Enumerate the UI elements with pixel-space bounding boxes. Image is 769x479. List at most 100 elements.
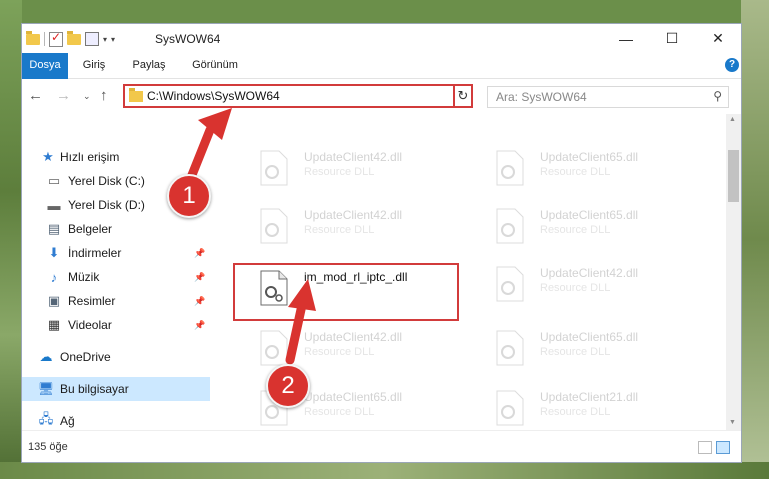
sidebar-item-pictures[interactable]: ▣ Resimler 📌	[22, 289, 210, 313]
file-name: UpdateClient42.dll	[540, 266, 639, 280]
sidebar-item-documents[interactable]: ▤ Belgeler	[22, 217, 210, 241]
cloud-icon: ☁	[39, 349, 53, 364]
pin-icon[interactable]: 📌	[194, 248, 205, 259]
details-view-icon[interactable]	[698, 441, 712, 454]
file-item[interactable]: UpdateClient21.dll Resource DLL	[496, 386, 726, 430]
refresh-button[interactable]: ↻	[453, 84, 473, 108]
address-folder-icon	[129, 88, 143, 102]
file-type: Resource DLL	[540, 406, 611, 418]
help-icon[interactable]: ?	[725, 58, 739, 72]
minimize-button[interactable]: —	[603, 24, 649, 53]
search-icon[interactable]: ⚲	[713, 89, 722, 103]
sidebar-item-label: İndirmeler	[68, 246, 122, 260]
title-bar: ▾ ▾ SysWOW64 — ☐ ✕	[22, 24, 741, 53]
scrollbar-thumb[interactable]	[728, 150, 739, 202]
desktop-background-right	[741, 0, 769, 479]
tab-share[interactable]: Paylaş	[125, 53, 173, 78]
file-item[interactable]: UpdateClient65.dll Resource DLL	[496, 204, 726, 250]
file-item[interactable]: UpdateClient42.dll Resource DLL	[260, 146, 490, 192]
toolbar-dropdown-icon[interactable]: ▾	[103, 35, 107, 44]
large-icons-view-icon[interactable]	[716, 441, 730, 454]
file-type: Resource DLL	[540, 282, 611, 294]
network-icon: 🖧	[38, 411, 54, 426]
properties-icon[interactable]	[85, 32, 99, 46]
search-box[interactable]: Ara: SysWOW64 ⚲	[487, 86, 729, 108]
dll-file-icon	[260, 150, 288, 186]
video-icon: ▦	[47, 317, 61, 332]
folder-icon[interactable]	[26, 30, 40, 45]
file-name: UpdateClient42.dll	[304, 208, 403, 222]
quick-access-toolbar: ▾ ▾	[26, 30, 115, 47]
file-item[interactable]: UpdateClient65.dll Resource DLL	[496, 326, 726, 372]
close-button[interactable]: ✕	[695, 24, 741, 53]
file-item[interactable]: UpdateClient65.dll Resource DLL	[496, 146, 726, 192]
vertical-scrollbar[interactable]: ▲ ▼	[726, 114, 741, 430]
sidebar-item-label: Ağ	[60, 414, 75, 428]
navigation-bar: ← → ⌄ ↑ C:\Windows\SysWOW64 ⌄ ↻ Ara: Sys…	[22, 79, 741, 114]
tab-home[interactable]: Giriş	[74, 53, 114, 78]
sidebar-item-downloads[interactable]: ⬇ İndirmeler 📌	[22, 241, 210, 265]
file-type: Resource DLL	[540, 224, 611, 236]
file-name: UpdateClient21.dll	[540, 390, 639, 404]
sidebar-item-label: Bu bilgisayar	[60, 382, 129, 396]
file-type: Resource DLL	[540, 166, 611, 178]
forward-arrow-icon[interactable]: →	[56, 87, 71, 104]
download-icon: ⬇	[48, 245, 60, 260]
pin-icon[interactable]: 📌	[194, 320, 205, 331]
properties-check-icon[interactable]	[49, 30, 63, 47]
file-type: Resource DLL	[304, 406, 375, 418]
close-icon: ✕	[712, 30, 724, 46]
sidebar-item-label: Yerel Disk (C:)	[68, 174, 145, 188]
sidebar-item-label: Yerel Disk (D:)	[68, 198, 145, 212]
drive-icon: ▭	[47, 173, 61, 188]
sidebar-item-label: Videolar	[68, 318, 112, 332]
desktop-background-bottom	[0, 462, 769, 479]
back-arrow-icon[interactable]: ←	[28, 87, 43, 104]
new-folder-icon[interactable]	[67, 30, 81, 45]
file-name: UpdateClient42.dll	[304, 150, 403, 164]
recent-locations-chevron-icon[interactable]: ⌄	[83, 91, 91, 102]
sidebar-item-videos[interactable]: ▦ Videolar 📌	[22, 313, 210, 337]
desktop-background-left	[0, 0, 22, 479]
up-arrow-icon[interactable]: ↑	[100, 87, 108, 104]
sidebar-item-label: Belgeler	[68, 222, 113, 236]
ribbon-tabs: Dosya Giriş Paylaş Görünüm ?	[22, 53, 741, 99]
file-name: UpdateClient65.dll	[304, 390, 403, 404]
drive-icon: ▬	[47, 197, 61, 213]
dll-file-icon	[496, 330, 524, 366]
file-item[interactable]: UpdateClient42.dll Resource DLL	[260, 204, 490, 250]
file-type: Resource DLL	[304, 224, 375, 236]
dll-file-icon	[496, 208, 524, 244]
sidebar-item-onedrive[interactable]: ☁ OneDrive	[22, 345, 210, 369]
music-icon: ♪	[50, 269, 58, 285]
dll-file-icon	[496, 150, 524, 186]
sidebar-item-music[interactable]: ♪ Müzik 📌	[22, 265, 210, 289]
customize-toolbar-icon[interactable]: ▾	[111, 35, 115, 44]
sidebar-item-label: Hızlı erişim	[60, 150, 120, 164]
maximize-icon: ☐	[665, 30, 679, 46]
sidebar-item-label: Müzik	[68, 270, 100, 284]
explorer-window: ▾ ▾ SysWOW64 — ☐ ✕ Dosya Giriş Paylaş Gö…	[22, 24, 741, 462]
dll-file-icon	[260, 208, 288, 244]
file-type: Resource DLL	[540, 346, 611, 358]
file-name: UpdateClient65.dll	[540, 208, 639, 222]
pin-icon[interactable]: 📌	[194, 296, 205, 307]
minimize-icon: —	[619, 30, 633, 47]
file-name: UpdateClient65.dll	[540, 150, 639, 164]
toolbar-divider	[44, 32, 45, 46]
annotation-badge-one: 1	[167, 174, 211, 218]
annotation-badge-two: 2	[266, 364, 310, 408]
maximize-button[interactable]: ☐	[649, 24, 695, 53]
dll-file-icon	[496, 390, 524, 426]
file-item[interactable]: UpdateClient42.dll Resource DLL	[496, 262, 726, 308]
pictures-icon: ▣	[47, 293, 61, 308]
computer-icon: 🖥	[37, 381, 55, 396]
status-bar: 135 öğe	[22, 430, 741, 462]
sidebar-item-this-pc[interactable]: 🖥 Bu bilgisayar	[22, 377, 210, 401]
file-type: Resource DLL	[304, 166, 375, 178]
search-placeholder[interactable]: Ara: SysWOW64	[496, 90, 587, 104]
tab-view[interactable]: Görünüm	[184, 53, 246, 78]
scroll-up-icon[interactable]: ▲	[729, 116, 736, 123]
pin-icon[interactable]: 📌	[194, 272, 205, 283]
scroll-down-icon[interactable]: ▼	[729, 419, 736, 426]
